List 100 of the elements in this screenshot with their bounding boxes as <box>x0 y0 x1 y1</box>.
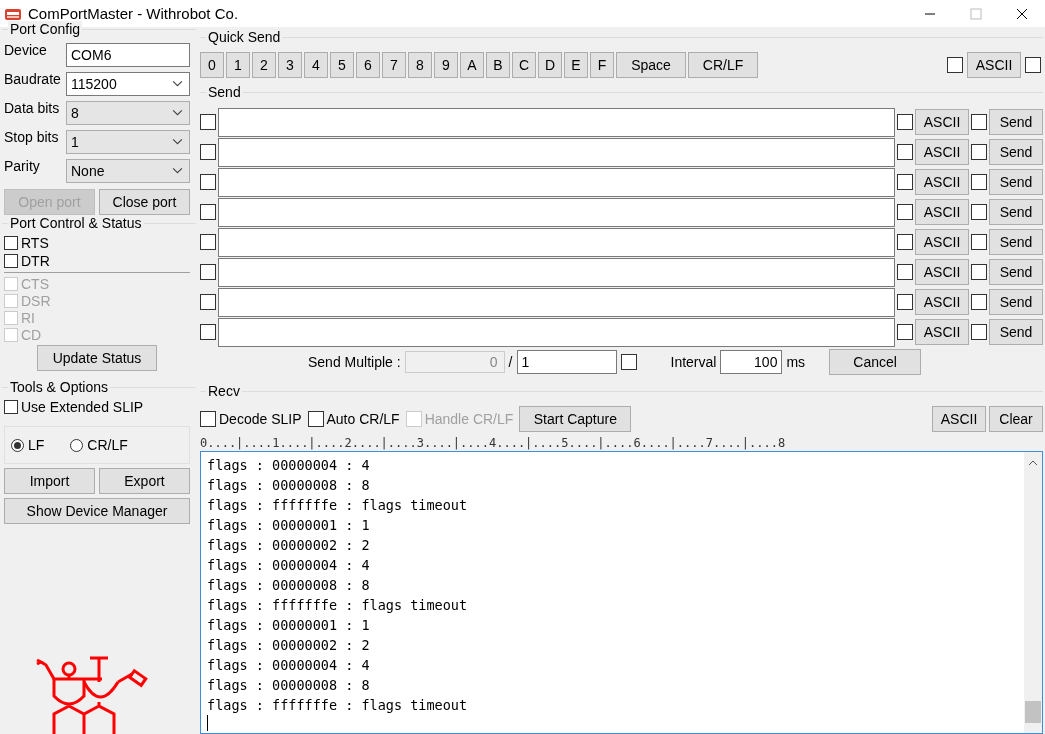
receive-text-area[interactable] <box>200 451 1043 734</box>
hex-key-button[interactable]: 4 <box>304 52 328 78</box>
checkbox[interactable] <box>947 57 963 73</box>
scrollbar[interactable] <box>1024 452 1042 733</box>
checkbox[interactable] <box>620 354 637 370</box>
ascii-button[interactable]: ASCII <box>915 259 969 285</box>
send-input-field[interactable] <box>218 287 895 317</box>
send-button[interactable]: Send <box>989 229 1043 255</box>
ascii-button[interactable]: ASCII <box>932 406 986 432</box>
ascii-button[interactable]: ASCII <box>915 319 969 345</box>
send-button[interactable]: Send <box>989 289 1043 315</box>
send-button[interactable]: Send <box>989 259 1043 285</box>
checkbox[interactable] <box>307 411 324 427</box>
ascii-button[interactable]: ASCII <box>967 52 1021 78</box>
checkbox[interactable] <box>4 400 18 414</box>
checkbox[interactable] <box>971 294 987 310</box>
combo-box[interactable]: 115200 <box>66 71 190 96</box>
clear-button[interactable]: Clear <box>989 406 1043 432</box>
checkbox[interactable] <box>897 294 913 310</box>
checkbox[interactable] <box>1025 57 1041 73</box>
send-button[interactable]: Send <box>989 319 1043 345</box>
dropdown[interactable]: None <box>66 158 190 183</box>
checkbox[interactable] <box>4 254 18 268</box>
checkbox[interactable] <box>971 204 987 220</box>
send-button[interactable]: Send <box>989 169 1043 195</box>
checkbox[interactable] <box>200 174 216 190</box>
ascii-button[interactable]: ASCII <box>915 289 969 315</box>
checkbox[interactable] <box>971 324 987 340</box>
hex-key-button[interactable]: 3 <box>278 52 302 78</box>
send-input-field[interactable] <box>218 227 895 257</box>
checkbox[interactable] <box>200 114 216 130</box>
start-capture-button[interactable]: Start Capture <box>519 406 632 432</box>
close-icon[interactable] <box>1016 7 1028 20</box>
checkbox[interactable] <box>897 264 913 280</box>
checkbox[interactable] <box>200 204 216 220</box>
checkbox[interactable] <box>200 324 216 340</box>
hex-key-button[interactable]: 9 <box>434 52 458 78</box>
radio-button[interactable] <box>11 438 24 452</box>
hex-key-button[interactable]: 2 <box>252 52 276 78</box>
hex-key-button[interactable]: 6 <box>356 52 380 78</box>
crlf-button[interactable]: CR/LF <box>688 52 758 78</box>
checkbox[interactable] <box>897 204 913 220</box>
ascii-button[interactable]: ASCII <box>915 199 969 225</box>
hex-key-button[interactable]: 5 <box>330 52 354 78</box>
received-line: flags : 00000002 : 2 <box>207 536 371 555</box>
tool-button[interactable]: Import <box>4 468 95 494</box>
hex-key-button[interactable]: 8 <box>408 52 432 78</box>
checkbox[interactable] <box>971 264 987 280</box>
hex-key-button[interactable]: 7 <box>382 52 406 78</box>
checkbox[interactable] <box>4 236 18 250</box>
tool-button[interactable]: Export <box>99 468 190 494</box>
ascii-button[interactable]: ASCII <box>915 229 969 255</box>
cancel-button[interactable]: Cancel <box>829 349 922 375</box>
send-input-field[interactable] <box>218 317 895 347</box>
interval-field[interactable]: 100 <box>720 350 783 374</box>
total-field[interactable]: 1 <box>516 350 617 374</box>
group-title: Quick Send <box>206 29 283 45</box>
dropdown[interactable]: 8 <box>66 100 190 125</box>
send-input-field[interactable] <box>218 257 895 287</box>
send-button[interactable]: Send <box>989 199 1043 225</box>
checkbox[interactable] <box>897 114 913 130</box>
checkbox[interactable] <box>897 324 913 340</box>
checkbox[interactable] <box>897 144 913 160</box>
checkbox[interactable] <box>897 234 913 250</box>
checkbox[interactable] <box>971 174 987 190</box>
checkbox[interactable] <box>200 234 216 250</box>
hex-key-button[interactable]: B <box>486 52 510 78</box>
checkbox[interactable] <box>971 144 987 160</box>
port-button[interactable]: Close port <box>99 189 190 215</box>
send-input-field[interactable] <box>218 197 895 227</box>
scroll-thumb[interactable] <box>1025 701 1041 723</box>
hex-key-button[interactable]: C <box>512 52 536 78</box>
send-button[interactable]: Send <box>989 109 1043 135</box>
ascii-button[interactable]: ASCII <box>915 139 969 165</box>
ascii-button[interactable]: ASCII <box>915 169 969 195</box>
checkbox[interactable] <box>200 264 216 280</box>
send-input-field[interactable] <box>218 167 895 197</box>
checkbox[interactable] <box>971 234 987 250</box>
hex-key-button[interactable]: 0 <box>200 52 224 78</box>
device-field[interactable]: COM6 <box>66 42 190 67</box>
send-button[interactable]: Send <box>989 139 1043 165</box>
checkbox[interactable] <box>200 144 216 160</box>
hex-key-button[interactable]: F <box>590 52 614 78</box>
checkbox[interactable] <box>971 114 987 130</box>
space-button[interactable]: Space <box>616 52 686 78</box>
hex-key-button[interactable]: A <box>460 52 484 78</box>
hex-key-button[interactable]: D <box>538 52 562 78</box>
send-input-field[interactable] <box>218 137 895 167</box>
checkbox[interactable] <box>897 174 913 190</box>
dropdown[interactable]: 1 <box>66 129 190 154</box>
device-manager-button[interactable]: Show Device Manager <box>4 498 190 524</box>
hex-key-button[interactable]: 1 <box>226 52 250 78</box>
checkbox[interactable] <box>200 294 216 310</box>
ascii-button[interactable]: ASCII <box>915 109 969 135</box>
radio-button[interactable] <box>70 438 84 452</box>
checkbox[interactable] <box>200 411 216 427</box>
scroll-up-icon[interactable] <box>1028 460 1038 466</box>
send-input-field[interactable] <box>218 107 895 137</box>
update-status-button[interactable]: Update Status <box>37 345 157 371</box>
hex-key-button[interactable]: E <box>564 52 588 78</box>
